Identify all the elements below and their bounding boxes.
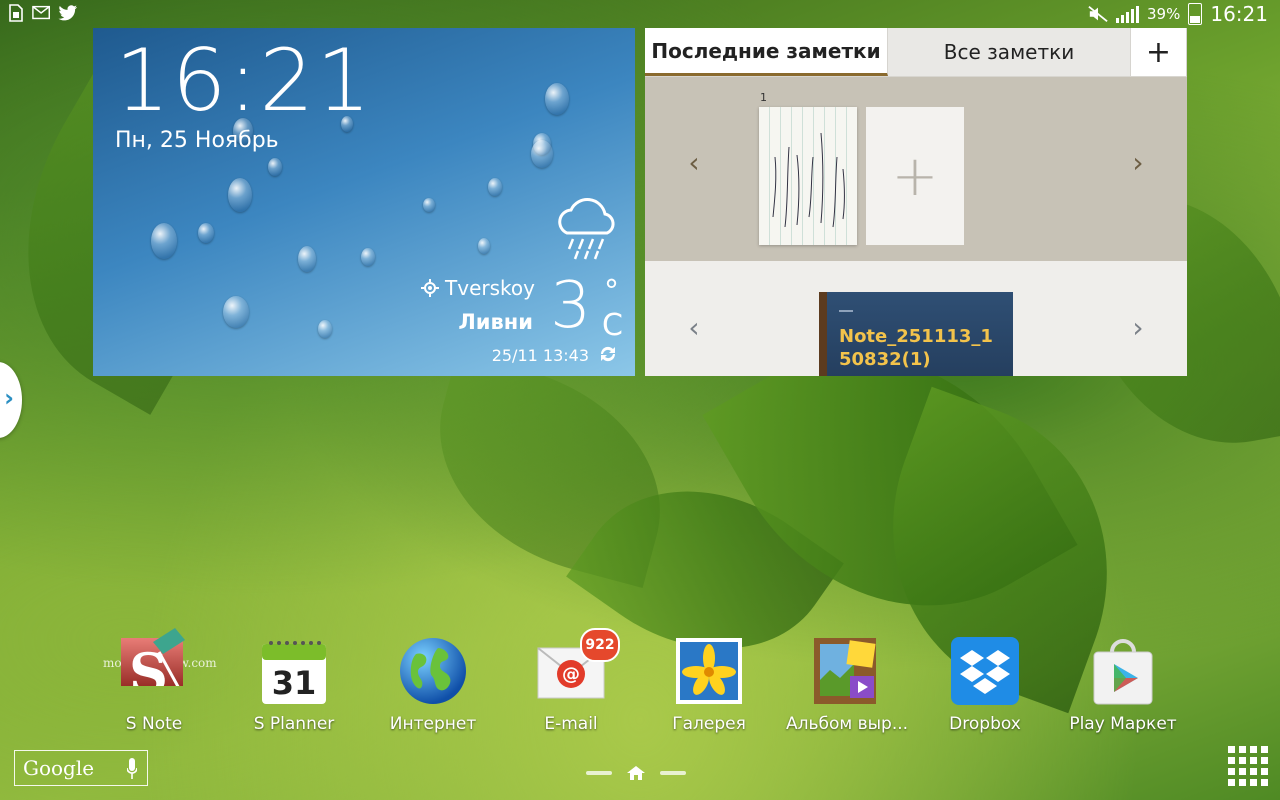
album-icon: [812, 636, 882, 706]
calendar-icon: 31: [259, 636, 329, 706]
app-s-note[interactable]: S S Note: [84, 628, 224, 746]
home-icon: [627, 766, 645, 780]
gallery-icon: [674, 636, 744, 706]
globe-icon: [398, 636, 468, 706]
temperature-unit: C: [602, 308, 623, 343]
app-play-market[interactable]: Play Маркет: [1053, 636, 1193, 746]
dropbox-icon: [950, 636, 1020, 706]
refresh-icon[interactable]: [597, 343, 619, 365]
note-page-thumbnail[interactable]: [759, 107, 857, 245]
side-panel-handle[interactable]: ›: [0, 362, 22, 438]
widget-date: Пн, 25 Ноябрь: [115, 128, 279, 153]
status-bar: 39% 16:21: [0, 0, 1280, 28]
tab-all-notes[interactable]: Все заметки: [888, 28, 1131, 76]
sim-icon: [6, 3, 26, 23]
weather-condition: Ливни: [458, 310, 533, 334]
google-search-bar[interactable]: Google: [14, 750, 148, 786]
battery-icon: [1188, 3, 1203, 25]
prev-page-button[interactable]: ‹: [679, 146, 709, 179]
page-indicator: [660, 771, 686, 775]
app-internet[interactable]: Интернет: [363, 636, 503, 746]
add-page-button[interactable]: +: [866, 107, 964, 245]
app-label: Dropbox: [949, 714, 1021, 734]
prev-notebook-button[interactable]: ‹: [679, 311, 709, 344]
weather-temperature: 3: [550, 269, 591, 343]
status-time: 16:21: [1210, 2, 1268, 26]
page-number: 1: [760, 91, 767, 104]
rain-cloud-icon: [558, 198, 615, 260]
microphone-icon[interactable]: [127, 757, 137, 781]
add-note-button[interactable]: +: [1131, 28, 1187, 76]
weather-location: Tverskoy: [421, 276, 535, 300]
unread-badge: 922: [580, 628, 620, 662]
mute-icon: [1088, 4, 1108, 24]
calendar-day: 31: [271, 664, 317, 702]
app-label: E-mail: [544, 714, 598, 734]
svg-text:@: @: [562, 664, 580, 685]
app-label: S Planner: [253, 714, 335, 734]
tab-recent-notes[interactable]: Последние заметки: [645, 28, 888, 76]
selection-pointer: [903, 262, 927, 276]
s-note-icon: S: [119, 628, 189, 706]
app-dropbox[interactable]: Dropbox: [915, 636, 1055, 746]
play-store-icon: [1088, 636, 1158, 706]
app-gallery[interactable]: Галерея: [639, 636, 779, 746]
app-label: Альбом выр...: [785, 714, 909, 734]
handwriting-preview: [772, 132, 845, 228]
location-name: Tverskoy: [445, 276, 535, 300]
page-indicator: [586, 771, 612, 775]
home-page-indicator: [586, 765, 686, 781]
snote-widget: Последние заметки Все заметки + ‹ 1 + › …: [645, 28, 1187, 376]
location-icon: [421, 279, 440, 297]
app-label: Галерея: [672, 714, 746, 734]
app-s-planner[interactable]: 31 S Planner: [224, 636, 364, 746]
twitter-icon: [58, 3, 78, 23]
app-story-album[interactable]: Альбом выр...: [777, 636, 917, 746]
clock-weather-widget[interactable]: 16:21 Пн, 25 Ноябрь Tverskoy Ливни 3 ° C…: [93, 28, 635, 376]
next-page-button[interactable]: ›: [1123, 146, 1153, 179]
widget-clock-time: 16:21: [115, 31, 373, 131]
apps-grid-icon[interactable]: [1228, 746, 1268, 786]
app-label: Play Маркет: [1069, 714, 1177, 734]
note-pages-strip: ‹ 1 + ›: [645, 77, 1187, 261]
app-label: Интернет: [389, 714, 477, 734]
degree-symbol: °: [604, 274, 619, 309]
battery-percent: 39%: [1147, 5, 1181, 23]
signal-icon: [1116, 5, 1140, 23]
chevron-right-icon: ›: [4, 384, 14, 412]
email-icon: @ 922: [536, 628, 620, 706]
app-email[interactable]: @ 922 E-mail: [501, 628, 641, 746]
weather-updated-time: 25/11 13:43: [491, 346, 589, 365]
notebook-cover[interactable]: Note_251113_1 50832(1): [819, 292, 1013, 376]
app-label: S Note: [125, 714, 183, 734]
mail-icon: [32, 3, 52, 23]
search-label: Google: [23, 756, 95, 780]
next-notebook-button[interactable]: ›: [1123, 311, 1153, 344]
